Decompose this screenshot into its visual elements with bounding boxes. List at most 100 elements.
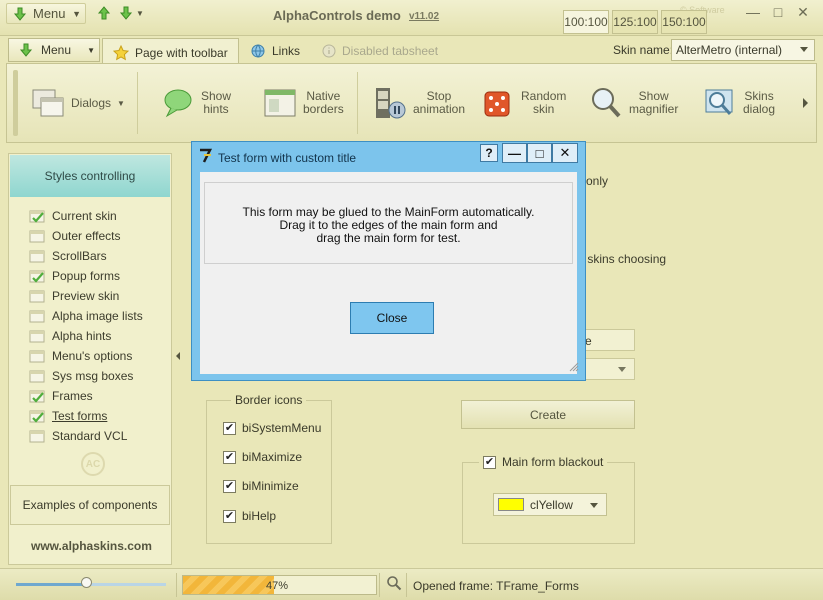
checkmark-icon: ✔ <box>223 450 236 464</box>
sidebar-item-label: Sys msg boxes <box>52 369 134 383</box>
page-menu-button[interactable]: Menu ▼ <box>8 38 100 62</box>
sidebar-item-label: Menu's options <box>52 349 133 363</box>
random-skin-button[interactable]: Random skin <box>481 72 566 134</box>
sidebar-item[interactable]: Current skin <box>29 206 143 226</box>
checkmark-icon: ✔ <box>223 421 236 435</box>
down-arrow-icon[interactable] <box>118 6 134 20</box>
up-arrow-icon[interactable] <box>96 6 112 20</box>
styles-controlling-header[interactable]: Styles controlling <box>10 155 170 197</box>
sidebar-item[interactable]: Sys msg boxes <box>29 366 143 386</box>
maximize-button[interactable]: □ <box>767 2 789 22</box>
close-button[interactable]: ✕ <box>792 2 814 22</box>
sidebar-item-label: Test forms <box>52 409 108 423</box>
checked-page-icon <box>29 270 45 283</box>
sidebar-item[interactable]: Menu's options <box>29 346 143 366</box>
status-separator <box>406 573 407 597</box>
checkbox-label: biSystemMenu <box>242 421 322 435</box>
scale-100-button[interactable]: 100:100 <box>563 10 609 34</box>
main-form-blackout-checkbox[interactable]: ✔ Main form blackout <box>479 455 608 469</box>
styles-panel: Styles controlling Current skin Outer eff… <box>8 153 172 565</box>
dialogs-button[interactable]: Dialogs ▼ <box>31 72 125 134</box>
toolbar: Dialogs ▼ Show hints Native borders Stop an… <box>6 63 817 143</box>
sidebar-item[interactable]: Popup forms <box>29 266 143 286</box>
checkbox-label: biHelp <box>242 509 277 523</box>
chevron-left-icon[interactable] <box>176 352 180 360</box>
hints-icon <box>164 89 192 118</box>
tab-label: Disabled tabsheet <box>342 44 439 58</box>
create-button[interactable]: Create <box>461 400 635 429</box>
checkmark-icon: ✔ <box>223 509 236 523</box>
option-label-partial: only <box>586 174 609 188</box>
sidebar-item[interactable]: Alpha image lists <box>29 306 143 326</box>
message-panel: This form may be glued to the MainForm a… <box>204 182 573 264</box>
sidebar-item-label: ScrollBars <box>52 249 107 263</box>
down-arrow-icon <box>13 7 27 21</box>
film-icon <box>376 88 406 119</box>
bi-minimize-checkbox[interactable]: ✔ biMinimize <box>223 479 299 493</box>
bi-maximize-checkbox[interactable]: ✔ biMaximize <box>223 450 302 464</box>
sidebar-item[interactable]: ScrollBars <box>29 246 143 266</box>
quick-access: ▼ <box>96 6 144 20</box>
sidebar-item[interactable]: Standard VCL <box>29 426 143 446</box>
scale-150-button[interactable]: 150:100 <box>661 10 707 34</box>
dice-icon <box>484 91 510 117</box>
sidebar-item[interactable]: Test forms <box>29 406 143 426</box>
checkbox-label: Main form blackout <box>502 455 604 469</box>
page-icon <box>29 250 45 262</box>
page-icon <box>29 430 45 442</box>
minimize-button[interactable]: — <box>742 2 764 22</box>
dialog-maximize-button[interactable]: □ <box>527 143 552 163</box>
close-form-button[interactable]: Close <box>350 302 434 334</box>
checked-page-icon <box>29 410 45 423</box>
bi-system-menu-checkbox[interactable]: ✔ biSystemMenu <box>223 421 321 435</box>
bi-help-checkbox[interactable]: ✔ biHelp <box>223 509 276 523</box>
toolbar-grip[interactable] <box>13 70 18 136</box>
tab-links[interactable]: Links <box>240 38 310 64</box>
tab-page-with-toolbar[interactable]: Page with toolbar <box>102 38 239 66</box>
app-version[interactable]: v11.02 <box>409 11 439 22</box>
color-select[interactable]: clYellow <box>493 493 607 516</box>
search-icon[interactable] <box>386 575 402 591</box>
page-icon <box>29 290 45 302</box>
zoom-slider-thumb[interactable] <box>80 577 92 588</box>
show-hints-button[interactable]: Show hints <box>161 72 231 134</box>
page-icon <box>29 350 45 362</box>
message-line: This form may be glued to the MainForm a… <box>242 205 535 219</box>
test-form-dialog: Test form with custom title ? — □ ✕ This… <box>191 141 586 381</box>
checkmark-icon: ✔ <box>223 479 236 493</box>
dialog-title-bar[interactable]: Test form with custom title ? — □ ✕ <box>192 142 585 170</box>
message-line: Drag it to the edges of the main form an… <box>279 218 498 232</box>
scale-125-button[interactable]: 125:100 <box>612 10 658 34</box>
status-bar: 47% Opened frame: TFrame_Forms <box>0 568 823 600</box>
tool-label: Stop animation <box>413 89 466 116</box>
sidebar-item[interactable]: Preview skin <box>29 286 143 306</box>
chevron-right-icon[interactable] <box>803 98 808 108</box>
skin-name-select[interactable]: AlterMetro (internal) <box>671 39 815 61</box>
dialog-close-button[interactable]: ✕ <box>552 143 578 163</box>
native-borders-button[interactable]: Native borders <box>263 72 344 134</box>
globe-icon <box>251 44 265 58</box>
tab-label: Links <box>272 44 301 58</box>
show-magnifier-button[interactable]: Show magnifier <box>589 72 678 134</box>
sidebar-item[interactable]: Outer effects <box>29 226 143 246</box>
sidebar-item[interactable]: Frames <box>29 386 143 406</box>
app-menu-button[interactable]: Menu ▼ <box>6 3 86 24</box>
skin-name-label: Skin name: <box>613 43 674 57</box>
tool-label: Show magnifier <box>629 89 679 116</box>
magnifier-icon <box>592 88 621 118</box>
styles-nav-list: Current skin Outer effects ScrollBars Popup… <box>29 206 143 446</box>
border-icons-group: Border icons ✔ biSystemMenu ✔ biMaximize ✔… <box>206 393 332 544</box>
sidebar-item[interactable]: Alpha hints <box>29 326 143 346</box>
page-menu-label: Menu <box>41 43 72 57</box>
dialog-minimize-button[interactable]: — <box>502 143 527 163</box>
help-button[interactable]: ? <box>480 144 498 162</box>
website-link[interactable]: www.alphaskins.com <box>31 539 152 553</box>
chevron-down-icon[interactable]: ▼ <box>136 9 144 18</box>
toolbar-separator <box>357 72 358 134</box>
examples-of-components-button[interactable]: Examples of components <box>10 485 170 525</box>
stop-animation-button[interactable]: Stop animation <box>373 72 465 134</box>
color-swatch <box>498 498 524 511</box>
tab-disabled-tabsheet: Disabled tabsheet <box>312 38 448 64</box>
resize-grip-icon[interactable] <box>569 362 579 372</box>
skins-dialog-button[interactable]: Skins dialog <box>703 72 775 134</box>
